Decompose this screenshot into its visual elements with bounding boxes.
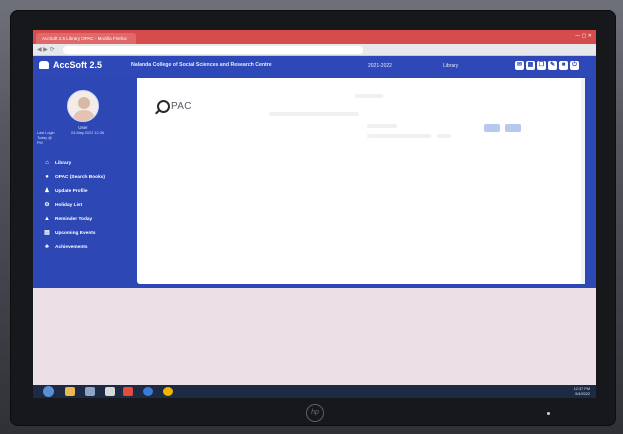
- sidebar-item-label: Holiday List: [55, 202, 83, 208]
- search-button[interactable]: [484, 124, 500, 132]
- magnifier-icon: [157, 99, 170, 113]
- folder-icon[interactable]: [65, 387, 75, 396]
- last-login-label: Last Login Today @ PM: [37, 131, 55, 145]
- browser-toolbar: ◀ ▶ ⟳: [33, 44, 596, 56]
- sidebar-menu: ⌂ Library ● OPAC (Search Books) ♟ Update Pr…: [33, 156, 133, 254]
- opac-logo-text: PAC: [171, 100, 192, 112]
- main-panel: PAC: [133, 76, 596, 288]
- faint-field-label: [367, 124, 397, 128]
- trophy-icon: ♣: [45, 244, 49, 250]
- sidebar-item-label: Update Profile: [55, 188, 88, 194]
- page-background: [33, 288, 596, 385]
- office-icon[interactable]: [123, 387, 133, 396]
- sidebar-item-events[interactable]: ▤ Upcoming Events: [33, 226, 133, 240]
- address-bar[interactable]: [63, 46, 363, 54]
- ie-icon[interactable]: [143, 387, 153, 396]
- sidebar-item-library[interactable]: ⌂ Library: [33, 156, 133, 170]
- app-icon[interactable]: [105, 387, 115, 396]
- brand-logo-icon: [39, 61, 49, 69]
- sidebar-item-update-profile[interactable]: ♟ Update Profile: [33, 184, 133, 198]
- app-header: AccSoft 2.5 Nalanda College of Social Sc…: [33, 56, 596, 76]
- library-icon: ⌂: [45, 160, 49, 166]
- calendar-icon: ⊖: [44, 202, 50, 208]
- avatar-head: [78, 97, 90, 109]
- hp-logo: hp: [306, 404, 324, 422]
- sidebar-item-achievements[interactable]: ♣ Achievements: [33, 240, 133, 254]
- mail-icon[interactable]: ✉: [515, 61, 524, 70]
- sidebar-item-reminder[interactable]: ▲ Reminder Today: [33, 212, 133, 226]
- header-toolbar: ✉ ▦ ❐ ✎ ■ ⏻: [515, 61, 579, 70]
- start-button[interactable]: [43, 386, 54, 397]
- user-icon: ♟: [44, 188, 50, 194]
- sidebar-item-opac[interactable]: ● OPAC (Search Books): [33, 170, 133, 184]
- chrome-icon[interactable]: [163, 387, 173, 396]
- opac-logo: PAC: [157, 98, 192, 114]
- academic-year[interactable]: 2021-2022: [368, 63, 392, 69]
- event-icon: ▤: [44, 230, 50, 236]
- sidebar-item-label: Upcoming Events: [55, 230, 96, 236]
- reset-button[interactable]: [505, 124, 521, 132]
- avatar-body: [73, 110, 95, 121]
- opac-content: PAC: [137, 78, 585, 284]
- window-controls[interactable]: — ▢ ✕: [575, 33, 592, 39]
- browser-tab[interactable]: AccSoft 2.5 Library OPAC - Mozilla Firef…: [36, 33, 136, 44]
- scrollbar[interactable]: [581, 78, 585, 284]
- last-login-value: 04-May-2022 12:36: [71, 131, 104, 135]
- edit-icon[interactable]: ✎: [548, 61, 557, 70]
- module-name: Library: [443, 63, 459, 69]
- user-name: User: [78, 125, 88, 130]
- bell-icon: ▲: [44, 216, 50, 222]
- sidebar-item-label: Achievements: [55, 244, 88, 250]
- faint-dropdown[interactable]: [437, 134, 451, 138]
- sidebar-item-label: Reminder Today: [55, 216, 93, 222]
- taskbar: 12:37 PM 5/4/2022: [33, 385, 596, 398]
- grid-icon[interactable]: ▦: [526, 61, 535, 70]
- app-brand[interactable]: AccSoft 2.5: [39, 60, 102, 70]
- faint-search-field[interactable]: [269, 112, 359, 116]
- brand-name: AccSoft 2.5: [53, 60, 103, 70]
- search-icon: ●: [45, 174, 49, 180]
- avatar[interactable]: [67, 90, 99, 122]
- browser-titlebar: AccSoft 2.5 Library OPAC - Mozilla Firef…: [33, 30, 596, 44]
- power-indicator: [547, 412, 550, 415]
- college-name: Nalanda College of Social Sciences and R…: [131, 62, 272, 68]
- sidebar-item-label: Library: [55, 160, 72, 166]
- faint-heading: [355, 94, 383, 98]
- faint-field-value[interactable]: [367, 134, 431, 138]
- sidebar-item-holiday-list[interactable]: ⊖ Holiday List: [33, 198, 133, 212]
- power-icon[interactable]: ⏻: [570, 61, 579, 70]
- monitor-screen: AccSoft 2.5 Library OPAC - Mozilla Firef…: [33, 30, 596, 398]
- copy-icon[interactable]: ❐: [537, 61, 546, 70]
- media-icon[interactable]: [85, 387, 95, 396]
- sidebar-item-label: OPAC (Search Books): [55, 174, 106, 180]
- lock-icon[interactable]: ■: [559, 61, 568, 70]
- system-clock[interactable]: 12:37 PM 5/4/2022: [574, 387, 590, 396]
- back-forward-icon[interactable]: ◀ ▶ ⟳: [37, 46, 55, 53]
- sidebar: User Last Login Today @ PM 04-May-2022 1…: [33, 76, 133, 288]
